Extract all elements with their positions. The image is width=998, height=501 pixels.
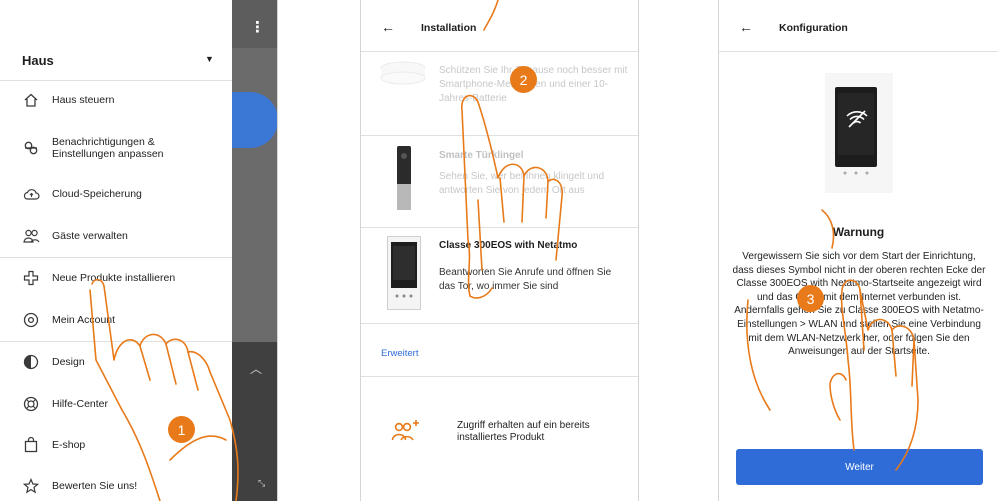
cloud-upload-icon	[22, 185, 40, 203]
app-bar: ← Konfiguration	[719, 0, 998, 52]
divider	[0, 80, 232, 81]
menu-item-label: Mein Account	[52, 314, 116, 326]
product-description: Sehen Sie, wer bei Ihnen klingelt und an…	[439, 171, 605, 196]
star-icon	[22, 477, 40, 495]
add-guest-icon	[391, 418, 421, 449]
menu-item-install-products[interactable]: Neue Produkte installieren	[0, 260, 232, 296]
menu-item-cloud[interactable]: Cloud-Speicherung	[0, 176, 232, 212]
page-title: Installation	[421, 22, 477, 34]
menu-item-label: Design	[52, 356, 85, 368]
warning-title: Warnung	[832, 225, 885, 239]
back-arrow-icon[interactable]: ←	[739, 19, 753, 35]
menu-item-label: Gäste verwalten	[52, 230, 128, 242]
divider	[0, 257, 232, 258]
divider	[361, 376, 638, 377]
menu-item-help[interactable]: Hilfe-Center	[0, 386, 232, 422]
menu-item-label: Bewerten Sie uns!	[52, 480, 138, 492]
divider	[0, 341, 232, 342]
help-icon	[22, 395, 40, 413]
warning-text: Vergewissern Sie sich vor dem Start der …	[732, 251, 986, 358]
guests-icon	[22, 227, 40, 245]
menu-item-haus-steuern[interactable]: Haus steuern	[0, 82, 232, 118]
access-existing-product-item[interactable]: Zugriff erhalten auf ein bereits install…	[361, 400, 638, 470]
account-icon	[22, 311, 40, 329]
house-icon	[22, 91, 40, 109]
menu-item-label: Cloud-Speicherung	[52, 188, 142, 200]
menu-item-guests[interactable]: Gäste verwalten	[0, 218, 232, 254]
navigation-drawer-screen: ⋮ ︿ ⤡ Haus ▼ Haus steuern Benachrichtigu…	[0, 0, 278, 501]
device-illustration	[825, 73, 893, 198]
menu-item-label: Benachrichtigungen & Einstellungen anpas…	[52, 136, 164, 160]
step-badge-3: 3	[797, 285, 824, 312]
chevron-up-icon[interactable]: ︿	[250, 360, 262, 377]
menu-item-label: E-shop	[52, 439, 86, 451]
more-options-icon[interactable]: ⋮	[250, 20, 265, 35]
shopping-bag-icon	[22, 436, 40, 454]
menu-item-notifications[interactable]: Benachrichtigungen & Einstellungen anpas…	[0, 128, 232, 168]
notification-settings-icon	[22, 139, 40, 157]
product-item-doorbell[interactable]: Smarte Türklingel Sehen Sie, wer bei Ihn…	[361, 136, 638, 228]
page-title: Konfiguration	[779, 22, 848, 34]
next-button[interactable]: Weiter	[736, 449, 983, 485]
step-badge-2: 2	[510, 66, 537, 93]
back-arrow-icon[interactable]: ←	[381, 19, 395, 35]
product-description: Beantworten Sie Anrufe und öffnen Sie da…	[439, 267, 612, 292]
plus-outline-icon	[22, 269, 40, 287]
dropdown-caret-icon[interactable]: ▼	[205, 54, 214, 64]
menu-item-label: Hilfe-Center	[52, 398, 109, 410]
expand-icon[interactable]: ⤡	[258, 478, 265, 489]
app-bar: ← Installation	[361, 0, 638, 52]
wifi-off-icon	[845, 110, 869, 133]
drawer-panel: Haus ▼ Haus steuern Benachrichtigungen &…	[0, 0, 232, 501]
contrast-icon	[22, 353, 40, 371]
product-item-classe-300eos[interactable]: Classe 300EOS with Netatmo Beantworten S…	[361, 228, 638, 324]
menu-item-label: Neue Produkte installieren	[52, 272, 176, 284]
product-name: Classe 300EOS with Netatmo	[439, 240, 578, 251]
product-item-smoke-detector[interactable]: Schützen Sie Ihr Zuhause noch besser mit…	[361, 52, 638, 136]
configuration-screen: ← Konfiguration Warnung Vergewissern Sie…	[718, 0, 998, 501]
menu-item-label: Haus steuern	[52, 94, 115, 106]
menu-item-rate[interactable]: Bewerten Sie uns!	[0, 468, 232, 501]
advanced-link[interactable]: Erweitert	[381, 348, 418, 359]
step-badge-1: 1	[168, 416, 195, 443]
menu-item-design[interactable]: Design	[0, 344, 232, 380]
installation-screen: ← Installation Schützen Sie Ihr Zuhause …	[360, 0, 639, 501]
home-selector-title[interactable]: Haus	[22, 53, 54, 68]
menu-item-account[interactable]: Mein Account	[0, 302, 232, 338]
access-existing-label: Zugriff erhalten auf ein bereits install…	[457, 420, 590, 443]
product-name: Smarte Türklingel	[439, 150, 524, 161]
menu-item-eshop[interactable]: E-shop	[0, 427, 232, 463]
